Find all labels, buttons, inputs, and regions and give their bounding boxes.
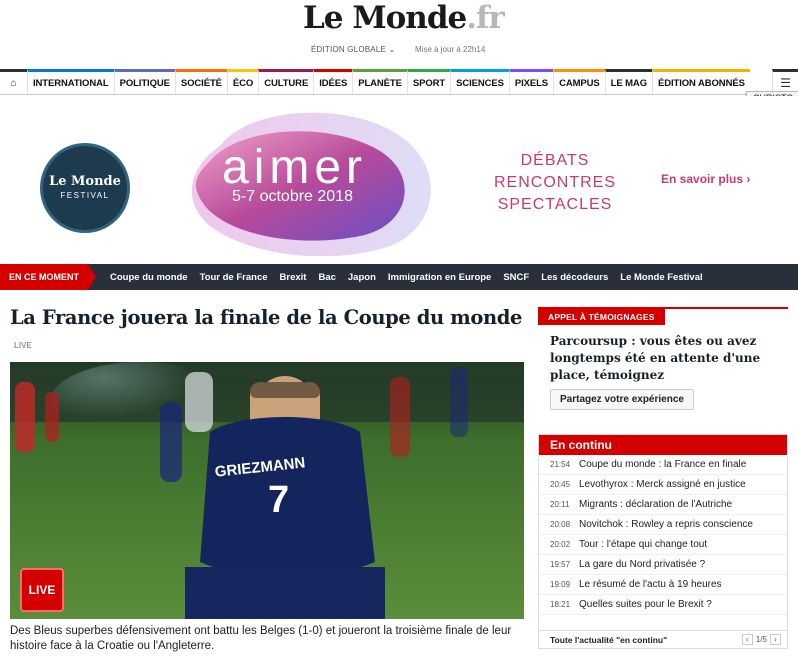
live-feed-link[interactable]: Tour : l'étape qui change tout — [579, 539, 707, 550]
live-feed-row[interactable]: 20:08 Novitchok : Rowley a repris conscie… — [539, 515, 787, 535]
logo-suffix: .fr — [466, 0, 504, 36]
nav-item[interactable]: PIXELS — [508, 69, 554, 94]
trending-link[interactable]: Bac — [312, 272, 341, 283]
trending-link[interactable]: Immigration en Europe — [382, 272, 497, 283]
live-feed-time: 20:45 — [550, 480, 571, 489]
learn-more-link[interactable]: En savoir plus › — [661, 172, 750, 186]
pager: ‹ 1/5 › — [741, 634, 781, 645]
trending-bar: EN CE MOMENT Coupe du monde Tour de Franc… — [0, 264, 798, 290]
nav-item[interactable]: INTERNATIONAL — [27, 69, 114, 94]
live-feed-link[interactable]: Coupe du monde : la France en finale — [579, 459, 746, 470]
live-feed-link[interactable]: Levothyrox : Merck assigné en justice — [579, 479, 746, 490]
photo-illustration: GRIEZMANN 7 — [10, 362, 524, 619]
edition-selector[interactable]: ÉDITION GLOBALE ⌄ — [311, 45, 395, 54]
testimonials-label: APPEL À TÉMOIGNAGES — [538, 309, 665, 325]
share-experience-button[interactable]: Partagez votre expérience — [550, 389, 694, 410]
live-feed-footer: Toute l'actualité "en continu" ‹ 1/5 › — [539, 630, 787, 648]
festival-tagline: DÉBATS RENCONTRES SPECTACLES — [494, 150, 616, 216]
jersey-number: 7 — [268, 479, 289, 521]
festival-banner[interactable]: Le Monde FESTIVAL aimer 5-7 octobre 2018… — [0, 96, 798, 264]
testimonials-box: APPEL À TÉMOIGNAGES Parcoursup : vous êt… — [538, 307, 788, 414]
testimonials-text[interactable]: Parcoursup : vous êtes ou avez longtemps… — [550, 333, 782, 384]
live-feed-row[interactable]: 20:02 Tour : l'étape qui change tout — [539, 535, 787, 555]
main-nav: ⌂ INTERNATIONAL POLITIQUE SOCIÉTÉ ÉCO CULTUR… — [0, 69, 798, 95]
nav-item[interactable]: LE MAG — [604, 69, 652, 94]
live-label: LIVE — [14, 341, 32, 350]
live-feed-link[interactable]: Novitchok : Rowley a repris conscience — [579, 519, 753, 530]
trending-link[interactable]: Tour de France — [194, 272, 274, 283]
nav-item[interactable]: CAMPUS — [553, 69, 605, 94]
aimer-title: aimer — [222, 141, 368, 194]
nav-item[interactable]: ÉCO — [226, 69, 259, 94]
live-feed-title: En continu — [539, 435, 787, 455]
live-feed-time: 20:11 — [550, 500, 570, 509]
tagline-line: RENCONTRES — [494, 174, 617, 191]
live-badge[interactable]: LIVE — [20, 568, 64, 612]
live-feed-link[interactable]: La gare du Nord privatisée ? — [579, 559, 705, 570]
tagline-line: SPECTACLES — [497, 196, 613, 213]
next-page-icon[interactable]: › — [770, 634, 781, 645]
live-feed-time: 21:54 — [550, 460, 571, 469]
festival-title: Le Monde — [49, 174, 121, 189]
trending-link[interactable]: Japon — [342, 272, 382, 283]
trending-link[interactable]: Coupe du monde — [104, 272, 194, 283]
live-feed-link[interactable]: Quelles suites pour le Brexit ? — [579, 599, 712, 610]
nav-item[interactable]: ÉDITION ABONNÉS — [651, 69, 750, 94]
live-feed-time: 20:08 — [550, 520, 571, 529]
live-feed-row[interactable]: 21:54 Coupe du monde : la France en final… — [539, 455, 787, 475]
trending-links: Coupe du monde Tour de France Brexit Bac Jap… — [94, 272, 709, 283]
live-feed-time: 18:21 — [550, 600, 571, 609]
nav-item[interactable]: SPORT — [406, 69, 451, 94]
live-feed-row[interactable]: 20:11 Migrants : déclaration de l'Autrich… — [539, 495, 787, 515]
nav-item[interactable]: CULTURE — [258, 69, 314, 94]
live-feed-row[interactable]: 20:45 Levothyrox : Merck assigné en justi… — [539, 475, 787, 495]
live-feed-row[interactable]: 19:57 La gare du Nord privatisée ? — [539, 555, 787, 575]
trending-tag: EN CE MOMENT — [0, 264, 97, 290]
trending-link[interactable]: Les décodeurs — [535, 272, 614, 283]
live-feed-link[interactable]: Migrants : déclaration de l'Autriche — [579, 499, 732, 510]
live-feed-link[interactable]: Le résumé de l'actu à 19 heures — [579, 579, 722, 590]
prev-page-icon[interactable]: ‹ — [741, 634, 753, 645]
festival-logo: Le Monde FESTIVAL — [40, 143, 130, 233]
live-feed: En continu 21:54 Coupe du monde : la Fran… — [538, 434, 788, 649]
live-feed-row[interactable]: 18:21 Quelles suites pour le Brexit ? — [539, 595, 787, 615]
article-caption: Des Bleus superbes défensivement ont bat… — [10, 625, 512, 652]
trending-link[interactable]: Brexit — [274, 272, 313, 283]
live-feed-time: 19:57 — [550, 560, 571, 569]
live-feed-time: 19:09 — [550, 580, 571, 589]
page-indicator: 1/5 — [755, 635, 767, 644]
trending-link[interactable]: SNCF — [497, 272, 535, 283]
live-feed-time: 20:02 — [550, 540, 571, 549]
nav-item[interactable]: PLANÈTE — [352, 69, 407, 94]
logo-text: Le Monde — [303, 0, 467, 36]
home-icon[interactable]: ⌂ — [0, 69, 27, 94]
nav-item[interactable]: POLITIQUE — [113, 69, 175, 94]
site-logo[interactable]: Le Monde.fr — [303, 0, 505, 36]
nav-item[interactable]: SCIENCES — [450, 69, 509, 94]
nav-item[interactable]: IDÉES — [313, 69, 353, 94]
live-feed-rows: 21:54 Coupe du monde : la France en final… — [539, 455, 787, 615]
article-headline[interactable]: La France jouera la finale de la Coupe d… — [10, 306, 522, 329]
festival-dates: 5-7 octobre 2018 — [232, 188, 353, 205]
tagline-line: DÉBATS — [520, 152, 590, 169]
live-feed-row[interactable]: 19:09 Le résumé de l'actu à 19 heures — [539, 575, 787, 595]
all-news-link[interactable]: Toute l'actualité "en continu" — [550, 635, 667, 645]
masthead: Le Monde.fr ÉDITION GLOBALE ⌄ Mise à jou… — [0, 0, 798, 68]
nav-item[interactable]: SOCIÉTÉ — [174, 69, 227, 94]
festival-sub: FESTIVAL — [60, 191, 110, 200]
nav-items: INTERNATIONAL POLITIQUE SOCIÉTÉ ÉCO CULTURE I… — [27, 69, 750, 94]
trending-link[interactable]: Le Monde Festival — [614, 272, 708, 283]
article-photo[interactable]: GRIEZMANN 7 — [10, 362, 524, 619]
update-time: Mise à jour à 22h14 — [415, 45, 486, 54]
